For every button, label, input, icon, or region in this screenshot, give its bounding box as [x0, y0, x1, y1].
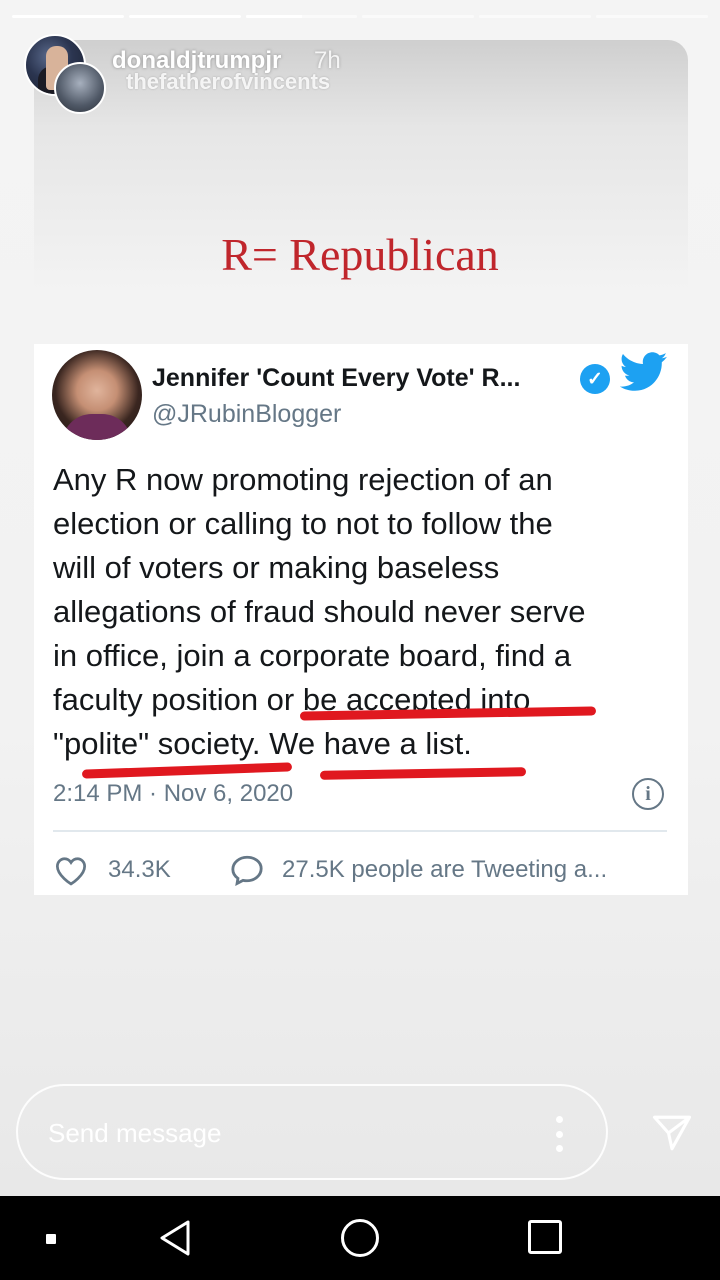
tweet-line: in office, join a corporate board, find … — [53, 638, 572, 673]
progress-segment — [12, 15, 124, 18]
tweeting-count: 27.5K people are Tweeting a... — [282, 856, 608, 883]
progress-fill — [128, 15, 241, 18]
tweet-line: will of voters or making baseless — [53, 550, 500, 585]
reposted-avatar[interactable] — [54, 62, 106, 114]
tweet-timestamp: 2:14 PM · Nov 6, 2020 — [53, 780, 294, 807]
send-message-input[interactable]: Send message — [16, 1084, 608, 1180]
progress-segment — [128, 15, 241, 18]
tweet-line: "polite" society. We have a list. — [53, 726, 472, 761]
tweet-handle: @JRubinBlogger — [152, 400, 342, 428]
verified-badge-icon: ✓ — [580, 364, 610, 394]
nav-indicator-icon — [46, 1234, 56, 1244]
send-message-placeholder: Send message — [48, 1118, 222, 1148]
tweet-card: Jennifer 'Count Every Vote' R... ✓ @JRub… — [34, 344, 688, 895]
twitter-bird-icon — [620, 352, 668, 391]
progress-segment — [479, 15, 592, 18]
progress-fill — [12, 15, 124, 18]
heart-icon — [55, 857, 87, 886]
more-dot — [556, 1116, 563, 1123]
comment-bubble-icon — [231, 855, 263, 886]
progress-fill — [245, 15, 302, 18]
red-underline-mark — [319, 767, 527, 780]
story-viewer[interactable]: donaldjtrumpjr 7h thefatherofvincents R=… — [0, 0, 720, 1196]
reposted-username[interactable]: thefatherofvincents — [126, 69, 330, 95]
more-dot — [556, 1145, 563, 1152]
send-icon[interactable] — [650, 1112, 694, 1154]
tweet-line: Any R now promoting rejection of an — [53, 462, 553, 497]
info-icon[interactable]: i — [632, 778, 664, 810]
story-caption: R= Republican — [221, 229, 499, 280]
avatar-shirt — [62, 414, 132, 440]
progress-segment — [596, 15, 708, 18]
more-vertical-icon[interactable] — [556, 1116, 564, 1152]
tweet-author-avatar — [52, 350, 142, 440]
story-header: donaldjtrumpjr 7h thefatherofvincents — [24, 34, 624, 114]
divider — [53, 830, 667, 832]
tweet-line: election or calling to not to follow the — [53, 506, 553, 541]
tweet-line: allegations of fraud should never serve — [53, 594, 586, 629]
like-count: 34.3K — [108, 856, 171, 883]
progress-segment — [362, 15, 475, 18]
tweet-body: Any R now promoting rejection of an elec… — [53, 458, 673, 766]
nav-recents-icon[interactable] — [528, 1220, 562, 1254]
story-progress-bar — [12, 15, 708, 18]
progress-segment — [245, 15, 358, 18]
nav-back-icon[interactable] — [156, 1218, 196, 1258]
tweet-author-name: Jennifer 'Count Every Vote' R... — [152, 364, 521, 392]
nav-home-icon[interactable] — [341, 1219, 379, 1257]
more-dot — [556, 1130, 563, 1138]
